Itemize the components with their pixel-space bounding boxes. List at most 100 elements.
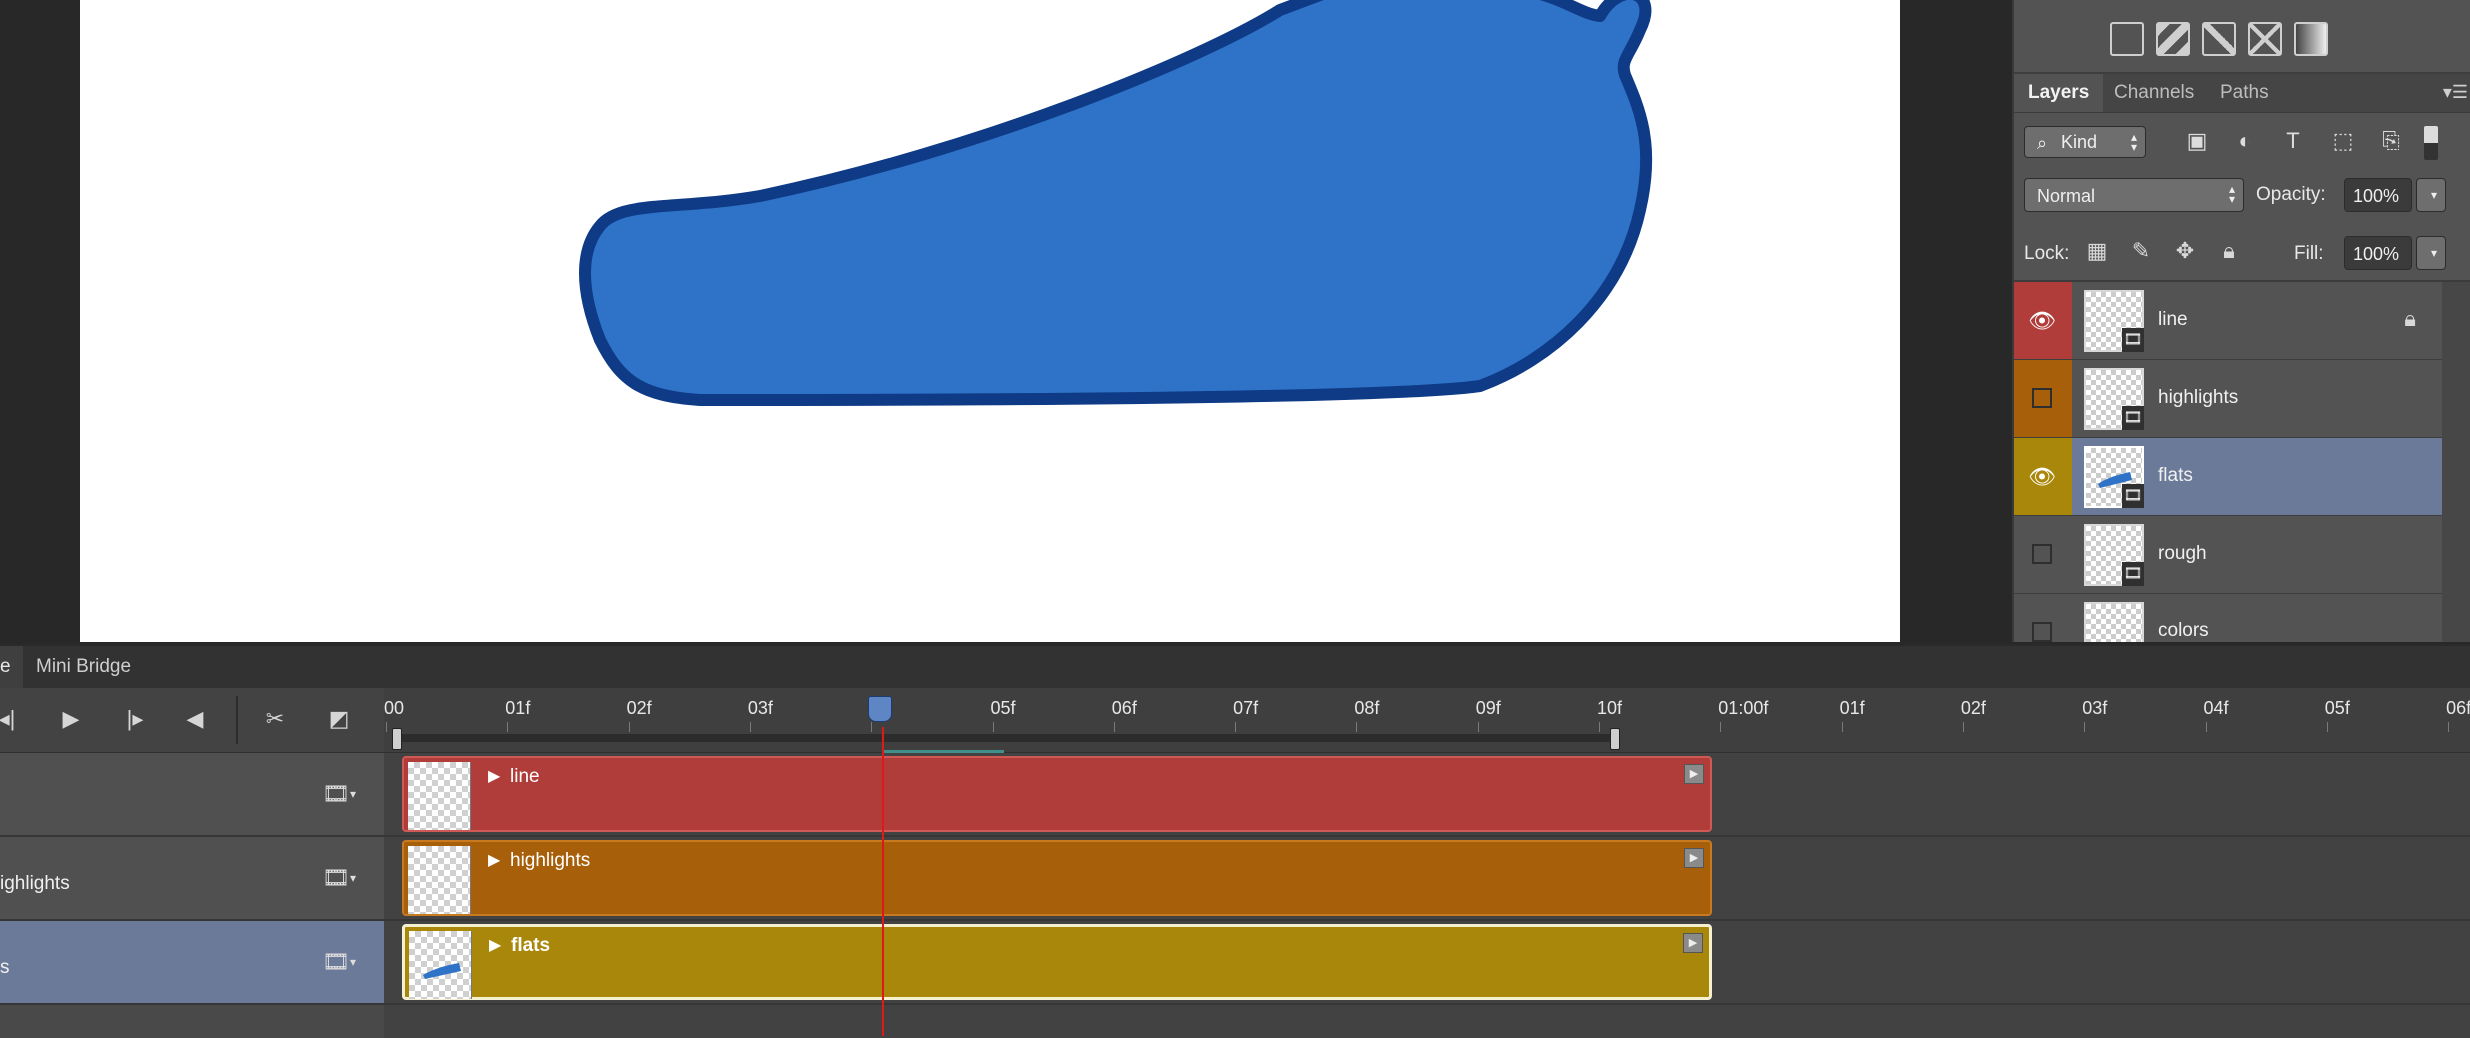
- clip-highlights[interactable]: ▶ highlights ▶: [402, 840, 1712, 916]
- film-strip-icon[interactable]: 🎞︎: [322, 781, 350, 807]
- ruler-tick: [1599, 722, 1600, 732]
- pixel-layer-filter-icon[interactable]: ▣: [2182, 128, 2212, 156]
- ruler-tick: [507, 722, 509, 732]
- film-strip-icon[interactable]: 🎞︎: [322, 949, 350, 975]
- work-area-start-handle[interactable]: [392, 728, 402, 750]
- track-header-highlights[interactable]: ighlights 🎞︎ ▾: [0, 837, 384, 921]
- lock-pixels-brush-icon[interactable]: ✎: [2126, 238, 2156, 268]
- layer-name[interactable]: highlights: [2158, 387, 2238, 409]
- clip-end-arrow-icon[interactable]: ▶: [1684, 764, 1704, 784]
- tab-layers[interactable]: Layers: [2014, 74, 2104, 112]
- layer-row-line[interactable]: 👁︎ 🎞︎ line 🔒︎: [2014, 282, 2444, 360]
- clip-end-arrow-icon[interactable]: ▶: [1684, 848, 1704, 868]
- ruler-label: 03f: [747, 698, 773, 718]
- next-frame-icon[interactable]: |▸: [118, 702, 152, 736]
- visibility-toggle-box[interactable]: [2032, 622, 2052, 642]
- expand-triangle-icon[interactable]: ▶: [488, 766, 500, 786]
- clip-name: highlights: [510, 850, 591, 871]
- transition-icon[interactable]: ◩: [322, 702, 356, 736]
- blue-shape-artwork: [579, 0, 1653, 406]
- expand-triangle-icon[interactable]: ▶: [489, 935, 501, 955]
- vibrance-icon[interactable]: [2110, 22, 2144, 56]
- ruler-label: 09f: [1475, 698, 1501, 718]
- adjustments-row: [2014, 0, 2470, 74]
- lock-position-move-icon[interactable]: ✥: [2170, 238, 2200, 268]
- tab-timeline[interactable]: e: [0, 646, 23, 688]
- gradient-map-icon[interactable]: [2294, 22, 2328, 56]
- panel-menu-icon[interactable]: ▾☰: [2443, 82, 2468, 103]
- playhead-handle[interactable]: [868, 696, 892, 722]
- track-name: s: [0, 957, 10, 978]
- tab-paths[interactable]: Paths: [2206, 74, 2283, 112]
- ruler-tick: [1720, 722, 1722, 732]
- clip-line[interactable]: ▶ line ▶: [402, 756, 1712, 832]
- ruler-label: 10f: [1597, 698, 1623, 718]
- clip-thumbnail: [408, 846, 471, 914]
- tab-channels[interactable]: Channels: [2100, 74, 2208, 112]
- audio-mute-icon[interactable]: ◀: [178, 702, 212, 736]
- layer-row-flats[interactable]: 👁︎ 🎞︎ flats: [2014, 438, 2444, 516]
- layer-row-highlights[interactable]: 🎞︎ highlights: [2014, 360, 2444, 438]
- layer-row-rough[interactable]: 🎞︎ rough: [2014, 516, 2444, 594]
- fill-dropdown-button[interactable]: ▾: [2416, 236, 2446, 270]
- visibility-toggle-box[interactable]: [2032, 544, 2052, 564]
- ruler-tick: [2326, 722, 2328, 732]
- chevron-down-icon[interactable]: ▾: [350, 955, 356, 969]
- split-at-playhead-scissors-icon[interactable]: ✂: [258, 702, 292, 736]
- track-header-line[interactable]: 🎞︎ ▾: [0, 753, 384, 837]
- smart-object-filter-icon[interactable]: ⎘: [2376, 128, 2406, 156]
- clip-end-arrow-icon[interactable]: ▶: [1683, 933, 1703, 953]
- layer-name[interactable]: flats: [2158, 465, 2193, 487]
- select-arrows-icon: ▴ ▾: [2228, 182, 2235, 206]
- canvas-area[interactable]: [0, 0, 2012, 642]
- ruler-tick: [1477, 722, 1479, 732]
- visibility-eye-icon[interactable]: 👁︎: [2028, 464, 2056, 490]
- clip-flats[interactable]: ▶ flats ▶: [402, 924, 1712, 1000]
- playhead-line[interactable]: [882, 727, 884, 1036]
- ruler-label: 05f: [2324, 698, 2350, 718]
- hue-saturation-icon[interactable]: [2156, 22, 2190, 56]
- layers-scrollbar[interactable]: [2442, 282, 2470, 642]
- opacity-field[interactable]: 100%: [2344, 178, 2412, 212]
- lock-transparency-icon[interactable]: ▦: [2082, 238, 2112, 268]
- play-icon[interactable]: ▶: [54, 702, 88, 736]
- layer-name[interactable]: line: [2158, 309, 2188, 331]
- visibility-eye-icon[interactable]: 👁︎: [2028, 308, 2056, 334]
- layer-name[interactable]: rough: [2158, 543, 2207, 565]
- ruler-label: 07f: [1233, 698, 1259, 718]
- time-ruler[interactable]: 00 01f 02f 03f 05f 06f 07f 08f 09f 10f 01:00f 01f 02…: [384, 688, 2470, 754]
- track-header-flats[interactable]: s 🎞︎ ▾: [0, 921, 384, 1005]
- filter-kind-select[interactable]: ⌕ Kind ▴ ▾: [2024, 126, 2146, 158]
- type-layer-filter-icon[interactable]: T: [2278, 128, 2308, 156]
- expand-triangle-icon[interactable]: ▶: [488, 850, 500, 870]
- layer-color-tag: 👁︎: [2014, 438, 2072, 515]
- chevron-down-icon[interactable]: ▾: [350, 871, 356, 885]
- previous-frame-icon[interactable]: ◂|: [0, 702, 24, 736]
- document-canvas[interactable]: [80, 0, 1900, 642]
- ruler-tick: [2205, 722, 2207, 732]
- select-arrows-icon: ▴ ▾: [2130, 130, 2137, 154]
- panel-tabs: Layers Channels Paths ▾☰: [2014, 74, 2470, 113]
- levels-icon[interactable]: [2202, 22, 2236, 56]
- ruler-label: 05f: [990, 698, 1016, 718]
- filter-toggle-switch[interactable]: [2424, 126, 2438, 160]
- film-strip-icon[interactable]: 🎞︎: [322, 865, 350, 891]
- ruler-label: 06f: [2446, 698, 2470, 718]
- layer-name[interactable]: colors: [2158, 620, 2209, 642]
- layer-row-colors[interactable]: colors: [2014, 594, 2444, 642]
- work-area-end-handle[interactable]: [1610, 728, 1620, 750]
- fill-label: Fill:: [2294, 243, 2324, 264]
- channel-mixer-icon[interactable]: [2248, 22, 2282, 56]
- chevron-down-icon[interactable]: ▾: [350, 787, 356, 801]
- ruler-label: 00: [384, 698, 405, 718]
- work-area-bar[interactable]: [392, 728, 1620, 750]
- ruler-tick: [628, 722, 630, 732]
- lock-all-icon[interactable]: 🔒︎: [2214, 238, 2244, 268]
- shape-layer-filter-icon[interactable]: ⬚: [2328, 128, 2358, 156]
- blend-mode-select[interactable]: Normal ▴ ▾: [2024, 178, 2244, 212]
- tab-mini-bridge[interactable]: Mini Bridge: [24, 646, 143, 688]
- fill-field[interactable]: 100%: [2344, 236, 2412, 270]
- adjustment-layer-filter-icon[interactable]: ◐: [2230, 128, 2260, 156]
- opacity-dropdown-button[interactable]: ▾: [2416, 178, 2446, 212]
- visibility-toggle-box[interactable]: [2032, 388, 2052, 408]
